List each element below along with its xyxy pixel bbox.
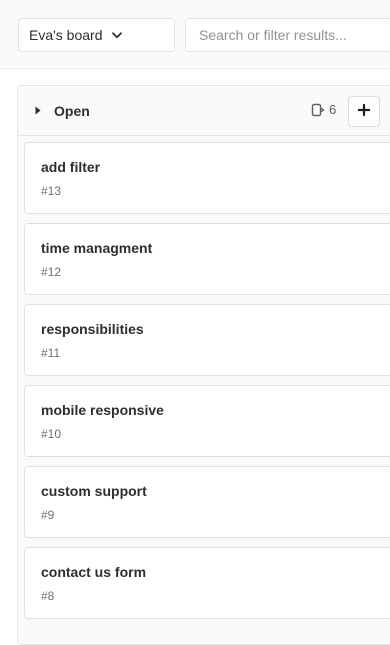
issue-card-title: contact us form	[41, 564, 147, 580]
board-selector-dropdown[interactable]: Eva's board	[18, 18, 175, 52]
board-list-open: Open 6 add filter #13 time managment #12	[17, 85, 390, 645]
issue-card[interactable]: contact us form #8	[24, 547, 390, 619]
issue-card-title: custom support	[41, 483, 147, 499]
search-input[interactable]	[185, 18, 390, 52]
add-issue-button[interactable]	[348, 96, 380, 127]
card-list: add filter #13 time managment #12 respon…	[24, 142, 390, 628]
issue-card-id: #11	[41, 346, 61, 360]
chevron-down-icon	[111, 29, 123, 41]
issue-card-id: #9	[41, 508, 55, 522]
caret-right-icon[interactable]	[34, 106, 42, 116]
issue-card[interactable]: responsibilities #11	[24, 304, 390, 376]
issue-card[interactable]: time managment #12	[24, 223, 390, 295]
issue-card-title: time managment	[41, 240, 153, 256]
issues-icon	[311, 103, 325, 117]
issue-card-title: mobile responsive	[41, 402, 164, 418]
issue-card[interactable]: mobile responsive #10	[24, 385, 390, 457]
issue-card-title: responsibilities	[41, 321, 144, 337]
issue-card-id: #13	[41, 184, 62, 198]
issue-card[interactable]: custom support #9	[24, 466, 390, 538]
board-selector-label: Eva's board	[29, 27, 103, 43]
list-header: Open 6	[18, 86, 390, 136]
issue-count: 6	[311, 102, 336, 117]
issue-count-value: 6	[329, 102, 337, 117]
issue-card-title: add filter	[41, 159, 101, 175]
issue-card[interactable]: add filter #13	[24, 142, 390, 214]
issue-card-id: #10	[41, 427, 62, 441]
issue-card-id: #8	[41, 589, 55, 603]
list-title: Open	[54, 102, 90, 119]
issue-card-id: #12	[41, 265, 62, 279]
plus-icon	[357, 103, 371, 121]
board-toolbar: Eva's board	[0, 0, 390, 69]
